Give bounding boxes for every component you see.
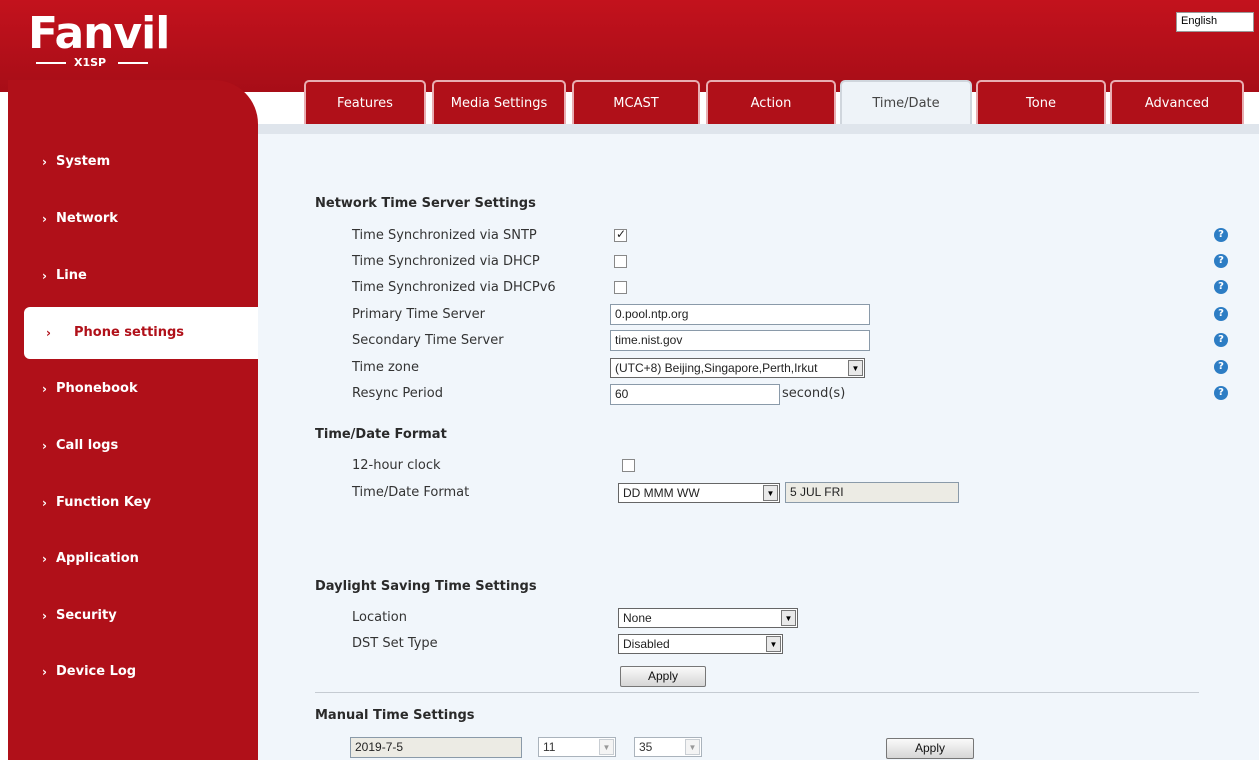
dropdown-arrow-icon: ▼ xyxy=(599,739,614,755)
brand-wordmark: Fanvil xyxy=(28,8,170,59)
primary-server-input[interactable]: 0.pool.ntp.org xyxy=(610,304,870,325)
clock12-checkbox[interactable] xyxy=(622,459,635,472)
sntp-checkbox[interactable] xyxy=(614,227,627,242)
network-time-title: Network Time Server Settings xyxy=(315,196,536,211)
chevron-right-icon: › xyxy=(42,212,47,226)
tab-mcast[interactable]: MCAST xyxy=(572,80,700,124)
chevron-right-icon: › xyxy=(42,552,47,566)
dst-type-select[interactable]: Disabled ▼ xyxy=(618,634,783,654)
help-icon[interactable]: ? xyxy=(1214,228,1228,242)
minute-value: 35 xyxy=(639,740,653,754)
dst-title: Daylight Saving Time Settings xyxy=(315,579,537,594)
tab-time-date[interactable]: Time/Date xyxy=(840,80,972,124)
sidebar-item-device-log[interactable]: › Device Log xyxy=(8,654,252,690)
help-icon[interactable]: ? xyxy=(1214,280,1228,294)
dhcpv6-checkbox[interactable] xyxy=(614,281,627,294)
dhcpv6-label: Time Synchronized via DHCPv6 xyxy=(352,280,556,295)
sidebar-item-call-logs[interactable]: › Call logs xyxy=(8,428,252,464)
dropdown-arrow-icon: ▼ xyxy=(848,360,863,376)
resync-unit: second(s) xyxy=(782,386,846,401)
header-bar: Fanvil X1SP English xyxy=(0,0,1259,92)
tab-bar: Features Media Settings MCAST Action Tim… xyxy=(296,80,1246,124)
tab-action[interactable]: Action xyxy=(706,80,836,124)
clock12-label: 12-hour clock xyxy=(352,458,441,473)
sidebar-item-function-key[interactable]: › Function Key xyxy=(8,485,252,521)
fanvil-logo: Fanvil X1SP xyxy=(28,8,170,72)
chevron-right-icon: › xyxy=(42,439,47,453)
dst-type-label: DST Set Type xyxy=(352,636,438,651)
location-select[interactable]: None ▼ xyxy=(618,608,798,628)
resync-label: Resync Period xyxy=(352,386,443,401)
dhcp-label: Time Synchronized via DHCP xyxy=(352,254,540,269)
hour-value: 11 xyxy=(543,740,556,754)
location-label: Location xyxy=(352,610,407,625)
dropdown-arrow-icon: ▼ xyxy=(766,636,781,652)
dropdown-arrow-icon: ▼ xyxy=(763,485,778,501)
sidebar-item-network[interactable]: › Network xyxy=(8,201,252,237)
model-badge: X1SP xyxy=(36,56,148,70)
tab-tone[interactable]: Tone xyxy=(976,80,1106,124)
help-icon[interactable]: ? xyxy=(1214,386,1228,400)
chevron-right-icon: › xyxy=(42,496,47,510)
sidebar-item-application[interactable]: › Application xyxy=(8,541,252,577)
chevron-right-icon: › xyxy=(42,665,47,679)
timezone-label: Time zone xyxy=(352,360,419,375)
sidebar-item-line[interactable]: › Line xyxy=(8,258,252,294)
sidebar-item-system[interactable]: › System xyxy=(8,144,252,180)
model-label: X1SP xyxy=(74,56,107,69)
sidebar-nav: › System › Network › Line › Phone settings ›… xyxy=(8,80,258,760)
sidebar-item-phonebook[interactable]: › Phonebook xyxy=(8,371,252,407)
chevron-right-icon: › xyxy=(42,382,47,396)
help-icon[interactable]: ? xyxy=(1214,360,1228,374)
manual-time-title: Manual Time Settings xyxy=(315,708,475,723)
time-format-title: Time/Date Format xyxy=(315,427,447,442)
manual-minute-select[interactable]: 35 ▼ xyxy=(634,737,702,757)
format-value: DD MMM WW xyxy=(623,486,700,500)
help-icon[interactable]: ? xyxy=(1214,254,1228,268)
location-value: None xyxy=(623,611,652,625)
format-preview: 5 JUL FRI xyxy=(785,482,959,503)
language-select[interactable]: English xyxy=(1176,12,1254,32)
chevron-right-icon: › xyxy=(42,269,47,283)
chevron-right-icon: › xyxy=(42,609,47,623)
dhcp-checkbox[interactable] xyxy=(614,255,627,268)
primary-server-label: Primary Time Server xyxy=(352,307,485,322)
sidebar-item-security[interactable]: › Security xyxy=(8,598,252,634)
dst-apply-button[interactable]: Apply xyxy=(620,666,706,687)
chevron-right-icon: › xyxy=(42,155,47,169)
tab-features[interactable]: Features xyxy=(304,80,426,124)
timezone-value: (UTC+8) Beijing,Singapore,Perth,Irkut xyxy=(615,361,818,375)
manual-apply-button[interactable]: Apply xyxy=(886,738,974,759)
tab-media-settings[interactable]: Media Settings xyxy=(432,80,566,124)
main-content: Network Time Server Settings Time Synchr… xyxy=(258,124,1259,760)
decor-line xyxy=(36,62,66,64)
chevron-right-icon: › xyxy=(46,326,51,340)
decor-line xyxy=(118,62,148,64)
dropdown-arrow-icon: ▼ xyxy=(685,739,700,755)
secondary-server-input[interactable]: time.nist.gov xyxy=(610,330,870,351)
sidebar-item-phone-settings[interactable]: › Phone settings xyxy=(24,307,258,359)
tab-advanced[interactable]: Advanced xyxy=(1110,80,1244,124)
section-divider xyxy=(315,692,1199,693)
help-icon[interactable]: ? xyxy=(1214,307,1228,321)
resync-input[interactable]: 60 xyxy=(610,384,780,405)
dst-type-value: Disabled xyxy=(623,637,670,651)
format-select[interactable]: DD MMM WW ▼ xyxy=(618,483,780,503)
manual-hour-select[interactable]: 11 ▼ xyxy=(538,737,616,757)
manual-date-input[interactable]: 2019-7-5 xyxy=(350,737,522,758)
dropdown-arrow-icon: ▼ xyxy=(781,610,796,626)
timezone-select[interactable]: (UTC+8) Beijing,Singapore,Perth,Irkut ▼ xyxy=(610,358,865,378)
sntp-label: Time Synchronized via SNTP xyxy=(352,228,537,243)
help-icon[interactable]: ? xyxy=(1214,333,1228,347)
secondary-server-label: Secondary Time Server xyxy=(352,333,504,348)
format-label: Time/Date Format xyxy=(352,485,470,500)
